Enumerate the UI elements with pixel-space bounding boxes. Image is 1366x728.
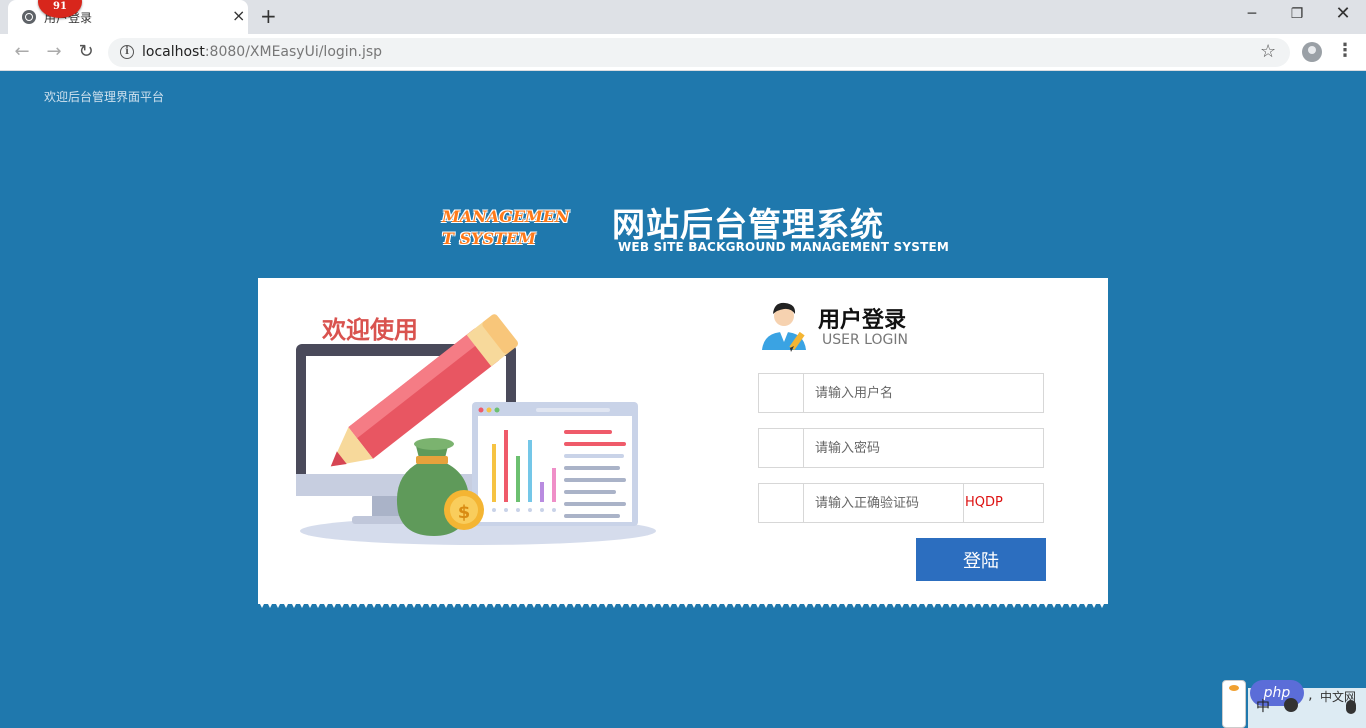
ime-toolbar[interactable]: php 中 ’ 中文网	[1222, 680, 1366, 728]
illustration-title: 欢迎使用	[322, 316, 418, 344]
logo-english-line1: MANAGEMEN	[442, 207, 570, 226]
new-tab-button[interactable]: +	[260, 5, 277, 27]
captcha-code[interactable]: HQDP	[965, 495, 1003, 510]
login-header: 用户登录 USER LOGIN	[758, 298, 1058, 354]
tab-close-button[interactable]: ×	[232, 7, 245, 25]
forward-arrow-icon[interactable]: →	[42, 40, 66, 64]
microphone-icon[interactable]	[1346, 700, 1356, 714]
address-bar[interactable]: i localhost:8080/XMEasyUi/login.jsp ☆	[108, 38, 1290, 67]
captcha-icon	[759, 484, 804, 522]
ime-scroll-icon	[1222, 680, 1246, 728]
back-arrow-icon[interactable]: ←	[10, 40, 34, 64]
reload-icon[interactable]: ↻	[74, 40, 98, 64]
login-card: $ 欢迎使用 用户登录 USER LOGIN HQDP 登陆	[258, 278, 1108, 604]
logo-chinese-title: 网站后台管理系统	[612, 205, 884, 244]
captcha-field: HQDP	[758, 483, 1044, 523]
kebab-menu-icon[interactable]: ⋮	[1336, 40, 1354, 61]
site-logo: MANAGEMEN T SYSTEM 网站后台管理系统 WEB SITE BAC…	[442, 202, 949, 258]
card-zigzag-edge	[258, 600, 1108, 608]
svg-text:$: $	[458, 502, 471, 523]
username-icon	[759, 374, 804, 412]
ime-mode-label[interactable]: 中	[1256, 696, 1270, 716]
logo-subtitle: WEB SITE BACKGROUND MANAGEMENT SYSTEM	[618, 240, 950, 254]
logo-english-line2: T SYSTEM	[442, 229, 536, 248]
browser-tab-strip: 用户登录 × 91 + ─ ❐ ✕	[0, 0, 1366, 34]
url-text[interactable]: localhost:8080/XMEasyUi/login.jsp	[142, 44, 382, 60]
welcome-text: 欢迎后台管理界面平台	[44, 90, 165, 104]
url-host: localhost	[142, 44, 205, 60]
captcha-divider	[963, 484, 964, 522]
captcha-input[interactable]	[805, 484, 963, 522]
login-title: 用户登录	[818, 308, 907, 333]
welcome-illustration: $ 欢迎使用	[288, 306, 668, 566]
punctuation-icon[interactable]: ’	[1308, 696, 1312, 712]
window-minimize-button[interactable]: ─	[1242, 4, 1262, 24]
password-input[interactable]	[805, 429, 1043, 467]
username-input[interactable]	[805, 374, 1043, 412]
browser-toolbar: ← → ↻ i localhost:8080/XMEasyUi/login.js…	[0, 34, 1366, 71]
login-subtitle: USER LOGIN	[822, 332, 908, 348]
info-icon[interactable]: i	[120, 45, 134, 59]
globe-icon	[22, 10, 36, 24]
url-path: :8080/XMEasyUi/login.jsp	[204, 44, 383, 60]
ime-bar[interactable]: php 中 ’ 中文网	[1248, 680, 1366, 728]
password-icon	[759, 429, 804, 467]
logo-english: MANAGEMEN T SYSTEM	[442, 206, 602, 250]
window-close-button[interactable]: ✕	[1333, 4, 1353, 24]
username-field	[758, 373, 1044, 413]
password-field	[758, 428, 1044, 468]
profile-avatar-icon[interactable]	[1302, 42, 1322, 62]
window-restore-button[interactable]: ❐	[1287, 4, 1307, 24]
monitor-pencil-illustration: $	[296, 314, 656, 545]
moon-icon[interactable]	[1284, 698, 1298, 712]
bookmark-star-icon[interactable]: ☆	[1260, 41, 1276, 62]
login-button[interactable]: 登陆	[916, 538, 1046, 581]
user-avatar-icon	[762, 302, 806, 352]
